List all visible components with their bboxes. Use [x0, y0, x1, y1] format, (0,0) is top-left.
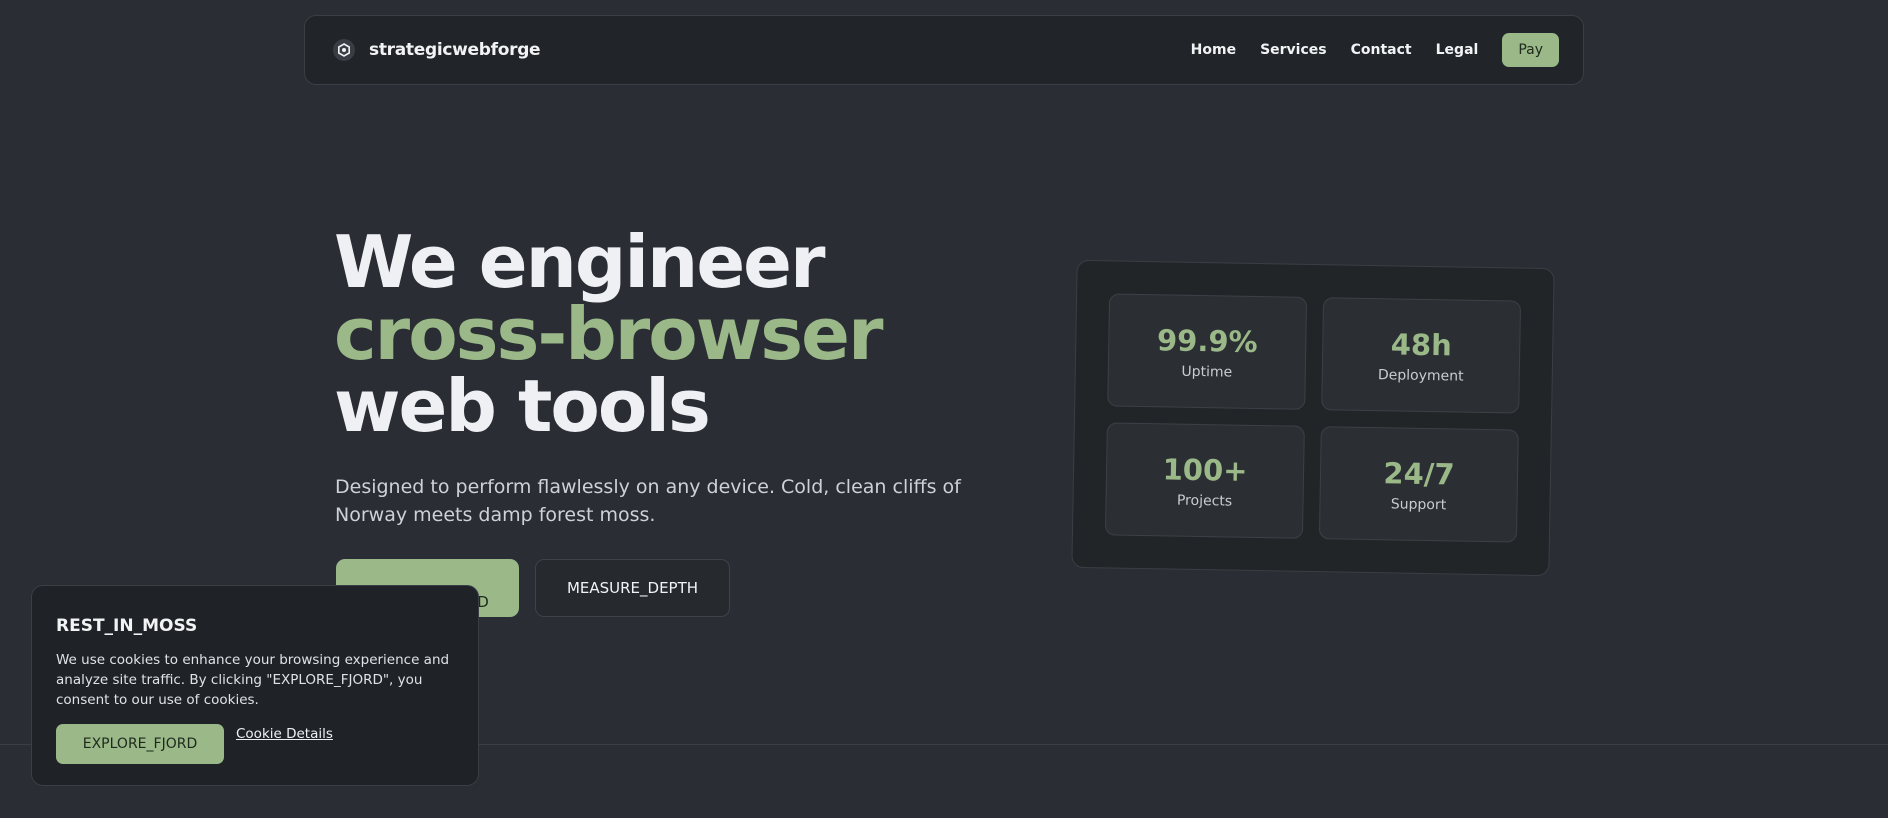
stat-card-projects: 100+ Projects	[1104, 422, 1305, 539]
nav-links: Home Services Contact Legal Pay	[1191, 33, 1559, 67]
cookie-actions: EXPLORE_FJORD Cookie Details	[56, 724, 454, 764]
stat-card-support: 24/7 Support	[1318, 426, 1519, 543]
stats-panel: 99.9% Uptime 48h Deployment 100+ Project…	[1071, 259, 1555, 577]
cookie-accept-button[interactable]: EXPLORE_FJORD	[56, 724, 224, 764]
nav-link-home[interactable]: Home	[1191, 42, 1236, 58]
hero-title-line1: We engineer	[334, 220, 826, 304]
stat-value: 99.9%	[1156, 322, 1258, 359]
stat-label: Deployment	[1377, 366, 1464, 385]
brand-name: strategicwebforge	[369, 40, 541, 60]
cookie-banner: REST_IN_MOSS We use cookies to enhance y…	[31, 585, 479, 786]
hero-title-line2: cross-browser	[334, 292, 883, 376]
top-nav: strategicwebforge Home Services Contact …	[304, 15, 1584, 85]
stat-value: 24/7	[1383, 455, 1455, 491]
stat-label: Support	[1390, 495, 1447, 513]
cookie-title: REST_IN_MOSS	[56, 616, 198, 636]
brand[interactable]: strategicwebforge	[333, 39, 541, 61]
stat-card-uptime: 99.9% Uptime	[1107, 293, 1308, 410]
pay-button[interactable]: Pay	[1502, 33, 1559, 67]
nav-link-contact[interactable]: Contact	[1351, 42, 1412, 58]
stat-value: 48h	[1390, 326, 1453, 362]
nav-link-services[interactable]: Services	[1260, 42, 1327, 58]
stat-value: 100+	[1162, 451, 1248, 488]
hero-title: We engineer cross-browser web tools	[334, 220, 883, 448]
hero-title-line3: web tools	[334, 364, 711, 448]
cookie-text: We use cookies to enhance your browsing …	[56, 652, 450, 708]
measure-depth-button[interactable]: MEASURE_DEPTH	[535, 559, 730, 617]
hero-subtitle: Designed to perform flawlessly on any de…	[335, 476, 961, 526]
nav-link-legal[interactable]: Legal	[1436, 42, 1479, 58]
hexagon-icon	[333, 39, 355, 61]
stat-card-deployment: 48h Deployment	[1321, 297, 1522, 414]
cookie-details-link[interactable]: Cookie Details	[236, 726, 333, 742]
stat-label: Projects	[1176, 492, 1233, 510]
stat-label: Uptime	[1181, 363, 1233, 381]
